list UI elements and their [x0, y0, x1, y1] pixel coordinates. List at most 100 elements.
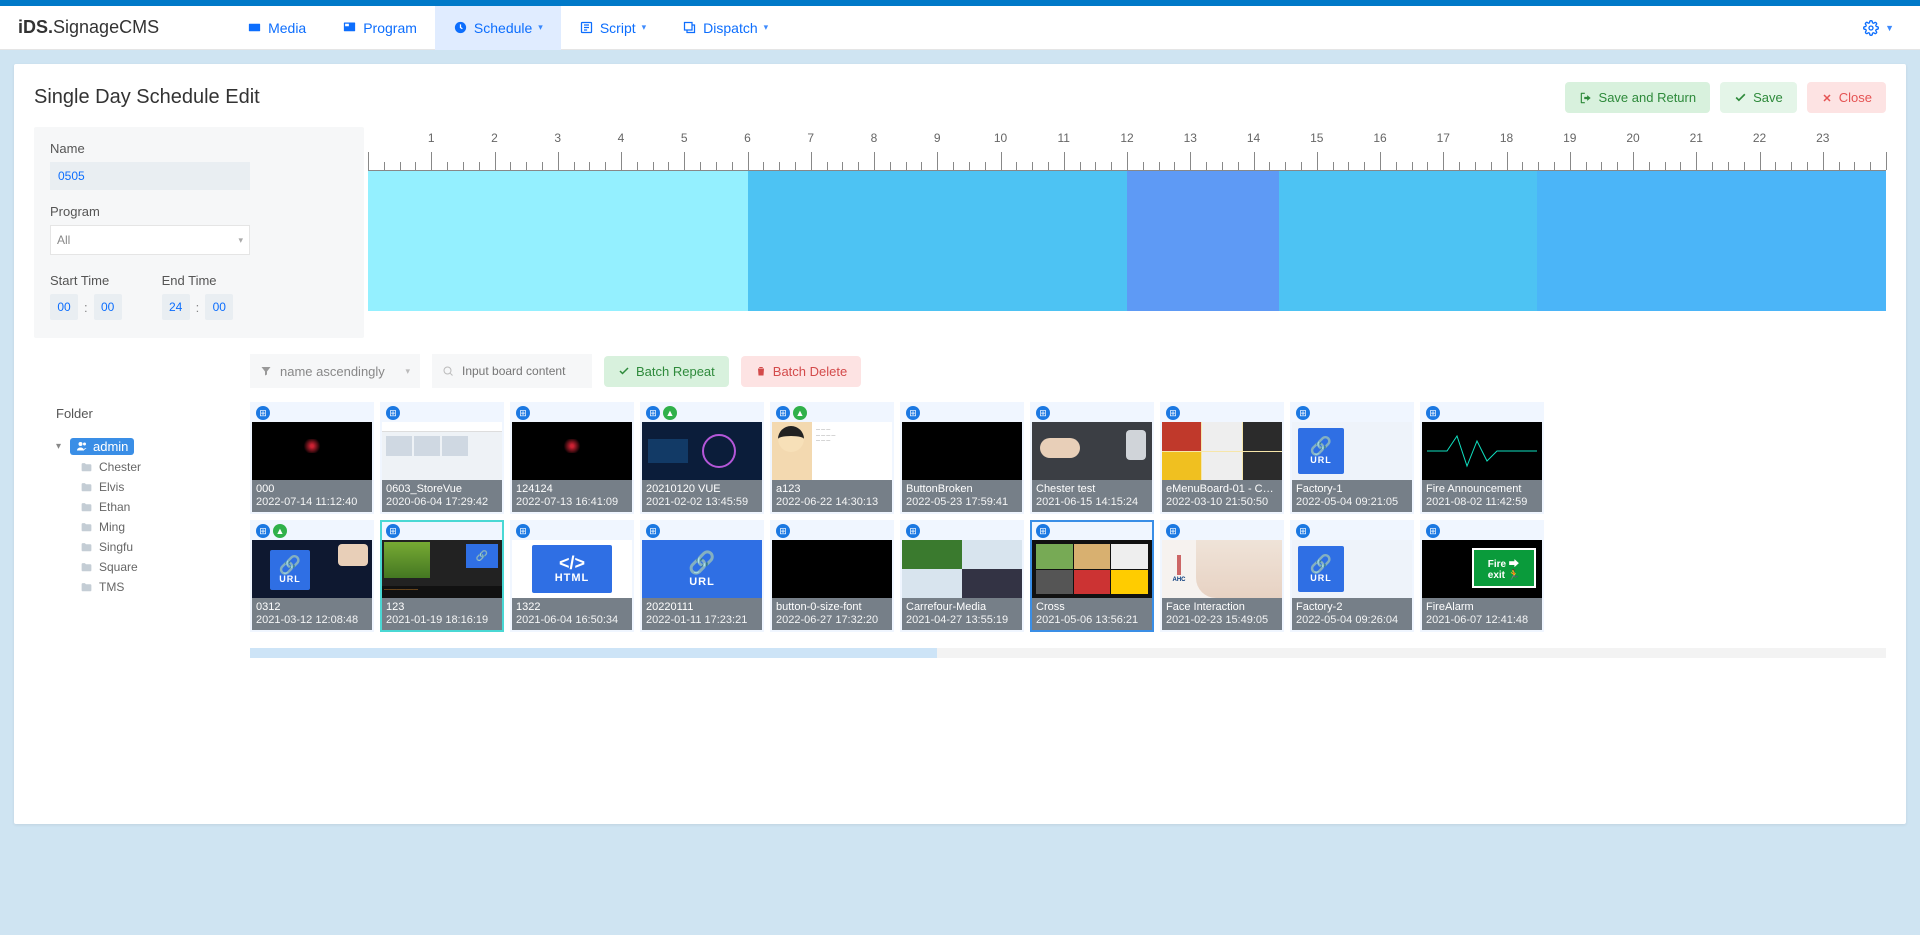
program-tile[interactable]: ⊞ 000 2022-07-14 11:12:40	[250, 402, 374, 514]
thumbnail: 🔗────────	[382, 540, 502, 598]
folder-tms[interactable]: TMS	[80, 577, 236, 597]
program-select[interactable]: All▾	[50, 225, 250, 255]
windows-icon: ⊞	[646, 406, 660, 420]
thumbnail: — — —— — — —— — —	[772, 422, 892, 480]
folder-title: Folder	[56, 406, 236, 421]
thumbnail: 🔗URL	[1292, 422, 1412, 480]
search-box[interactable]	[432, 354, 592, 388]
program-tile[interactable]: ⊞ Cross 2021-05-06 13:56:21	[1030, 520, 1154, 632]
folder-ming[interactable]: Ming	[80, 517, 236, 537]
timeline-block[interactable]	[1537, 171, 1886, 311]
program-tile[interactable]: ⊞ 124124 2022-07-13 16:41:09	[510, 402, 634, 514]
settings-gear[interactable]: ▼	[1855, 20, 1902, 36]
timeline-block[interactable]	[368, 171, 748, 311]
tile-caption: 20220111 2022-01-11 17:23:21	[642, 598, 762, 630]
folder-icon	[80, 501, 93, 514]
folder-icon	[80, 561, 93, 574]
program-tile[interactable]: ⊞ 🔗URL Factory-1 2022-05-04 09:21:05	[1290, 402, 1414, 514]
save-button[interactable]: Save	[1720, 82, 1797, 113]
program-tile[interactable]: ⊞ 🔗──────── 123 2021-01-19 18:16:19	[380, 520, 504, 632]
program-tile[interactable]: ⊞▲ 20210120 VUE 2021-02-02 13:45:59	[640, 402, 764, 514]
folder-root-admin[interactable]: admin	[70, 438, 134, 455]
nav-item-media[interactable]: Media	[229, 6, 324, 50]
tick-label: 2	[491, 131, 498, 145]
trash-icon	[755, 365, 767, 377]
folder-chester[interactable]: Chester	[80, 457, 236, 477]
nav-item-program[interactable]: Program	[324, 6, 435, 50]
batch-repeat-button[interactable]: Batch Repeat	[604, 356, 729, 387]
thumbnail	[902, 540, 1022, 598]
save-and-return-button[interactable]: Save and Return	[1565, 82, 1711, 113]
tick-label: 17	[1437, 131, 1450, 145]
program-tile[interactable]: ⊞ button-0-size-font 2022-06-27 17:32:20	[770, 520, 894, 632]
program-tile[interactable]: ⊞▲ — — —— — — —— — — a123 2022-06-22 14:…	[770, 402, 894, 514]
tick-label: 13	[1184, 131, 1197, 145]
windows-icon: ⊞	[906, 406, 920, 420]
tree-toggle[interactable]: ▾	[56, 441, 66, 452]
thumbnail	[642, 422, 762, 480]
tile-caption: 0603_StoreVue 2020-06-04 17:29:42	[382, 480, 502, 512]
search-input[interactable]	[462, 364, 572, 378]
filter-icon	[260, 365, 272, 377]
tile-caption: 123 2021-01-19 18:16:19	[382, 598, 502, 630]
windows-icon: ⊞	[516, 524, 530, 538]
android-icon: ▲	[273, 524, 287, 538]
close-button[interactable]: Close	[1807, 82, 1886, 113]
windows-icon: ⊞	[1296, 524, 1310, 538]
tick-label: 14	[1247, 131, 1260, 145]
folder-square[interactable]: Square	[80, 557, 236, 577]
thumbnail	[512, 422, 632, 480]
thumbnail	[772, 540, 892, 598]
tick-label: 20	[1626, 131, 1639, 145]
timeline-block[interactable]	[748, 171, 1128, 311]
folder-singfu[interactable]: Singfu	[80, 537, 236, 557]
program-tile[interactable]: ⊞ ButtonBroken 2022-05-23 17:59:41	[900, 402, 1024, 514]
program-tile[interactable]: ⊞ </>HTML 1322 2021-06-04 16:50:34	[510, 520, 634, 632]
tile-caption: 0312 2021-03-12 12:08:48	[252, 598, 372, 630]
end-hour-input[interactable]: 24	[162, 294, 190, 320]
folder-ethan[interactable]: Ethan	[80, 497, 236, 517]
windows-icon: ⊞	[776, 406, 790, 420]
tick-label: 12	[1120, 131, 1133, 145]
program-tile[interactable]: ⊞▲ 🔗URL 0312 2021-03-12 12:08:48	[250, 520, 374, 632]
program-tile[interactable]: ⊞ Fire Announcement 2021-08-02 11:42:59	[1420, 402, 1544, 514]
thumbnail: AHC	[1162, 540, 1282, 598]
start-min-input[interactable]: 00	[94, 294, 122, 320]
tile-caption: Fire Announcement 2021-08-02 11:42:59	[1422, 480, 1542, 512]
program-tile[interactable]: ⊞ 🔗URL Factory-2 2022-05-04 09:26:04	[1290, 520, 1414, 632]
tick-label: 19	[1563, 131, 1576, 145]
timeline-block[interactable]	[1127, 171, 1279, 311]
folder-icon	[80, 481, 93, 494]
program-tile[interactable]: ⊞ 0603_StoreVue 2020-06-04 17:29:42	[380, 402, 504, 514]
program-tile[interactable]: ⊞ 🔗URL 20220111 2022-01-11 17:23:21	[640, 520, 764, 632]
program-tile[interactable]: ⊞ eMenuBoard-01 - C… 2022-03-10 21:50:50	[1160, 402, 1284, 514]
nav-item-dispatch[interactable]: Dispatch▾	[664, 6, 786, 50]
timeline-block[interactable]	[1279, 171, 1537, 311]
horizontal-scrollbar[interactable]	[250, 648, 1886, 658]
name-input[interactable]	[50, 162, 250, 190]
program-tile[interactable]: ⊞ Fire ⮕exit 🏃 FireAlarm 2021-06-07 12:4…	[1420, 520, 1544, 632]
windows-icon: ⊞	[516, 406, 530, 420]
tile-caption: 124124 2022-07-13 16:41:09	[512, 480, 632, 512]
thumbnail	[1422, 422, 1542, 480]
program-tile[interactable]: ⊞ AHC Face Interaction 2021-02-23 15:49:…	[1160, 520, 1284, 632]
tick-label: 10	[994, 131, 1007, 145]
tick-label: 4	[618, 131, 625, 145]
start-hour-input[interactable]: 00	[50, 294, 78, 320]
folder-icon	[80, 541, 93, 554]
nav-item-schedule[interactable]: Schedule▾	[435, 6, 561, 50]
tile-caption: eMenuBoard-01 - C… 2022-03-10 21:50:50	[1162, 480, 1282, 512]
batch-delete-button[interactable]: Batch Delete	[741, 356, 861, 387]
thumbnail: </>HTML	[512, 540, 632, 598]
tick-label: 1	[428, 131, 435, 145]
timeline-blocks[interactable]	[368, 171, 1886, 311]
nav-item-script[interactable]: Script▾	[561, 6, 664, 50]
exit-save-icon	[1579, 91, 1593, 105]
tick-label: 23	[1816, 131, 1829, 145]
folder-elvis[interactable]: Elvis	[80, 477, 236, 497]
sort-select[interactable]: name ascendingly ▾	[250, 354, 420, 388]
thumbnail	[1162, 422, 1282, 480]
program-tile[interactable]: ⊞ Chester test 2021-06-15 14:15:24	[1030, 402, 1154, 514]
end-min-input[interactable]: 00	[205, 294, 233, 320]
program-tile[interactable]: ⊞ Carrefour-Media 2021-04-27 13:55:19	[900, 520, 1024, 632]
